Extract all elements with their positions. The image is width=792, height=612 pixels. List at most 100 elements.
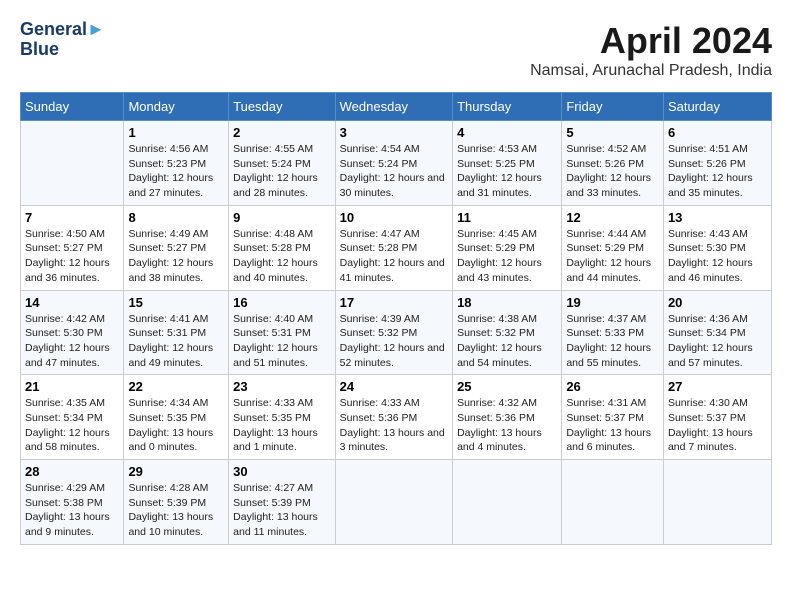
calendar-week-row: 21 Sunrise: 4:35 AMSunset: 5:34 PMDayligh… [21,375,772,460]
calendar-cell: 13Sunrise: 4:43 AMSunset: 5:30 PMDayligh… [663,205,771,290]
day-info: Sunrise: 4:52 AMSunset: 5:26 PMDaylight:… [566,142,659,201]
calendar-cell [453,460,562,545]
day-number: 7 [25,210,119,225]
day-number: 29 [128,464,224,479]
calendar-cell: 20 Sunrise: 4:36 AMSunset: 5:34 PMDayligh… [663,290,771,375]
calendar-week-row: 14 Sunrise: 4:42 AMSunset: 5:30 PMDayligh… [21,290,772,375]
day-number: 28 [25,464,119,479]
calendar-cell: 8Sunrise: 4:49 AMSunset: 5:27 PMDaylight… [124,205,229,290]
day-info: Sunrise: 4:51 AMSunset: 5:26 PMDaylight:… [668,142,767,201]
day-info: Sunrise: 4:54 AMSunset: 5:24 PMDaylight:… [340,142,448,201]
calendar-cell [21,121,124,206]
calendar-cell: 14 Sunrise: 4:42 AMSunset: 5:30 PMDayligh… [21,290,124,375]
calendar-cell: 21 Sunrise: 4:35 AMSunset: 5:34 PMDayligh… [21,375,124,460]
calendar-cell: 26 Sunrise: 4:31 AMSunset: 5:37 PMDayligh… [562,375,664,460]
weekday-header-saturday: Saturday [663,93,771,121]
day-number: 16 [233,295,331,310]
weekday-header-sunday: Sunday [21,93,124,121]
calendar-table: SundayMondayTuesdayWednesdayThursdayFrid… [20,92,772,545]
calendar-cell: 3 Sunrise: 4:54 AMSunset: 5:24 PMDaylight… [335,121,452,206]
calendar-cell [335,460,452,545]
calendar-cell: 22 Sunrise: 4:34 AMSunset: 5:35 PMDayligh… [124,375,229,460]
day-number: 22 [128,379,224,394]
day-number: 25 [457,379,557,394]
calendar-cell: 1 Sunrise: 4:56 AMSunset: 5:23 PMDaylight… [124,121,229,206]
calendar-cell: 16 Sunrise: 4:40 AMSunset: 5:31 PMDayligh… [229,290,336,375]
day-number: 2 [233,125,331,140]
calendar-cell: 18 Sunrise: 4:38 AMSunset: 5:32 PMDayligh… [453,290,562,375]
day-number: 21 [25,379,119,394]
day-number: 6 [668,125,767,140]
day-info: Sunrise: 4:41 AMSunset: 5:31 PMDaylight:… [128,312,224,371]
weekday-header-wednesday: Wednesday [335,93,452,121]
day-number: 5 [566,125,659,140]
day-info: Sunrise: 4:27 AMSunset: 5:39 PMDaylight:… [233,481,331,540]
weekday-header-friday: Friday [562,93,664,121]
day-info: Sunrise: 4:43 AMSunset: 5:30 PMDaylight:… [668,227,767,286]
day-info: Sunrise: 4:33 AMSunset: 5:36 PMDaylight:… [340,396,448,455]
day-info: Sunrise: 4:44 AMSunset: 5:29 PMDaylight:… [566,227,659,286]
calendar-cell [663,460,771,545]
calendar-body: 1 Sunrise: 4:56 AMSunset: 5:23 PMDaylight… [21,121,772,545]
day-number: 26 [566,379,659,394]
page-subtitle: Namsai, Arunachal Pradesh, India [530,62,772,80]
calendar-cell: 25Sunrise: 4:32 AMSunset: 5:36 PMDayligh… [453,375,562,460]
day-info: Sunrise: 4:38 AMSunset: 5:32 PMDaylight:… [457,312,557,371]
day-info: Sunrise: 4:49 AMSunset: 5:27 PMDaylight:… [128,227,224,286]
calendar-cell: 12Sunrise: 4:44 AMSunset: 5:29 PMDayligh… [562,205,664,290]
day-number: 19 [566,295,659,310]
weekday-header-monday: Monday [124,93,229,121]
day-info: Sunrise: 4:37 AMSunset: 5:33 PMDaylight:… [566,312,659,371]
calendar-cell: 28 Sunrise: 4:29 AMSunset: 5:38 PMDayligh… [21,460,124,545]
day-info: Sunrise: 4:56 AMSunset: 5:23 PMDaylight:… [128,142,224,201]
day-info: Sunrise: 4:40 AMSunset: 5:31 PMDaylight:… [233,312,331,371]
calendar-cell: 17 Sunrise: 4:39 AMSunset: 5:32 PMDayligh… [335,290,452,375]
calendar-cell [562,460,664,545]
day-number: 20 [668,295,767,310]
day-number: 1 [128,125,224,140]
calendar-week-row: 28 Sunrise: 4:29 AMSunset: 5:38 PMDayligh… [21,460,772,545]
day-number: 17 [340,295,448,310]
day-number: 3 [340,125,448,140]
calendar-cell: 29 Sunrise: 4:28 AMSunset: 5:39 PMDayligh… [124,460,229,545]
day-number: 27 [668,379,767,394]
day-number: 9 [233,210,331,225]
day-info: Sunrise: 4:33 AMSunset: 5:35 PMDaylight:… [233,396,331,455]
day-info: Sunrise: 4:45 AMSunset: 5:29 PMDaylight:… [457,227,557,286]
day-number: 14 [25,295,119,310]
day-info: Sunrise: 4:35 AMSunset: 5:34 PMDaylight:… [25,396,119,455]
calendar-cell: 7 Sunrise: 4:50 AMSunset: 5:27 PMDaylight… [21,205,124,290]
calendar-cell: 19 Sunrise: 4:37 AMSunset: 5:33 PMDayligh… [562,290,664,375]
calendar-cell: 24Sunrise: 4:33 AMSunset: 5:36 PMDayligh… [335,375,452,460]
calendar-cell: 27 Sunrise: 4:30 AMSunset: 5:37 PMDayligh… [663,375,771,460]
day-info: Sunrise: 4:29 AMSunset: 5:38 PMDaylight:… [25,481,119,540]
day-info: Sunrise: 4:36 AMSunset: 5:34 PMDaylight:… [668,312,767,371]
day-info: Sunrise: 4:28 AMSunset: 5:39 PMDaylight:… [128,481,224,540]
page-title: April 2024 [530,20,772,62]
day-info: Sunrise: 4:39 AMSunset: 5:32 PMDaylight:… [340,312,448,371]
calendar-cell: 9Sunrise: 4:48 AMSunset: 5:28 PMDaylight… [229,205,336,290]
calendar-cell: 5 Sunrise: 4:52 AMSunset: 5:26 PMDaylight… [562,121,664,206]
day-info: Sunrise: 4:42 AMSunset: 5:30 PMDaylight:… [25,312,119,371]
calendar-header: SundayMondayTuesdayWednesdayThursdayFrid… [21,93,772,121]
calendar-cell: 6 Sunrise: 4:51 AMSunset: 5:26 PMDaylight… [663,121,771,206]
day-number: 30 [233,464,331,479]
day-number: 18 [457,295,557,310]
weekday-header-row: SundayMondayTuesdayWednesdayThursdayFrid… [21,93,772,121]
day-info: Sunrise: 4:47 AMSunset: 5:28 PMDaylight:… [340,227,448,286]
day-info: Sunrise: 4:34 AMSunset: 5:35 PMDaylight:… [128,396,224,455]
calendar-cell: 11 Sunrise: 4:45 AMSunset: 5:29 PMDayligh… [453,205,562,290]
calendar-cell: 30 Sunrise: 4:27 AMSunset: 5:39 PMDayligh… [229,460,336,545]
day-info: Sunrise: 4:30 AMSunset: 5:37 PMDaylight:… [668,396,767,455]
day-number: 11 [457,210,557,225]
day-number: 10 [340,210,448,225]
calendar-cell: 4Sunrise: 4:53 AMSunset: 5:25 PMDaylight… [453,121,562,206]
day-info: Sunrise: 4:31 AMSunset: 5:37 PMDaylight:… [566,396,659,455]
day-info: Sunrise: 4:50 AMSunset: 5:27 PMDaylight:… [25,227,119,286]
weekday-header-thursday: Thursday [453,93,562,121]
calendar-cell: 23Sunrise: 4:33 AMSunset: 5:35 PMDayligh… [229,375,336,460]
day-info: Sunrise: 4:55 AMSunset: 5:24 PMDaylight:… [233,142,331,201]
calendar-cell: 15Sunrise: 4:41 AMSunset: 5:31 PMDayligh… [124,290,229,375]
day-number: 4 [457,125,557,140]
calendar-cell: 10 Sunrise: 4:47 AMSunset: 5:28 PMDayligh… [335,205,452,290]
